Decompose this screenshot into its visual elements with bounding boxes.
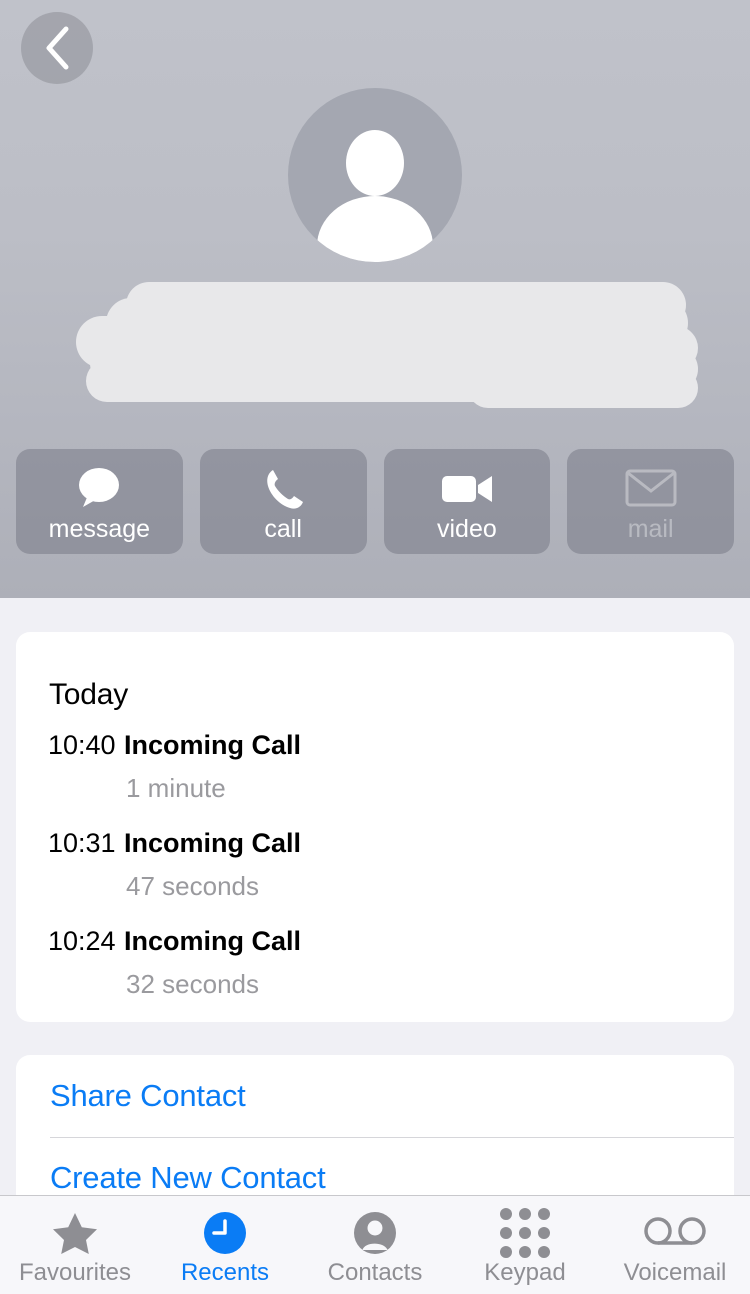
video-button[interactable]: video — [383, 449, 551, 554]
share-contact-button[interactable]: Share Contact — [16, 1055, 734, 1137]
tab-contacts-label: Contacts — [327, 1258, 423, 1286]
call-history-card: Today 10:40 Incoming Call 1 minute 10:31… — [16, 632, 734, 1022]
tab-recents[interactable]: Recents — [150, 1196, 300, 1294]
tab-favourites[interactable]: Favourites — [0, 1196, 150, 1294]
call-history-title: Today — [49, 678, 129, 711]
tab-voicemail-label: Voicemail — [623, 1258, 727, 1286]
video-button-label: video — [436, 515, 497, 543]
clock-icon — [203, 1211, 247, 1255]
keypad-icon — [500, 1207, 550, 1258]
avatar-head — [346, 130, 404, 196]
tab-recents-label: Recents — [180, 1258, 270, 1286]
message-button[interactable]: message — [16, 449, 183, 554]
call-time: 10:24 — [48, 926, 116, 956]
call-button-label: call — [264, 515, 302, 543]
tab-contacts[interactable]: Contacts — [300, 1196, 450, 1294]
back-button[interactable] — [21, 12, 93, 84]
tab-keypad-label: Keypad — [484, 1258, 566, 1286]
chevron-left-icon — [42, 25, 72, 71]
mail-button[interactable]: mail — [567, 449, 734, 554]
contact-avatar — [288, 88, 462, 262]
avatar-body — [317, 196, 433, 262]
tab-bar: Favourites Recents Contacts Keypad Voice… — [0, 1195, 750, 1294]
call-duration: 47 seconds — [126, 871, 259, 901]
tab-voicemail[interactable]: Voicemail — [600, 1196, 750, 1294]
message-bubble-icon — [74, 465, 124, 511]
contact-name-redaction — [68, 276, 708, 416]
contact-header: message call video mail — [0, 0, 750, 598]
tab-favourites-label: Favourites — [18, 1258, 132, 1286]
tab-keypad[interactable]: Keypad — [450, 1196, 600, 1294]
video-camera-icon — [440, 465, 494, 511]
star-icon — [53, 1211, 97, 1255]
voicemail-icon — [644, 1211, 706, 1255]
call-duration: 32 seconds — [126, 969, 259, 999]
contact-action-row: message call video mail — [16, 449, 734, 554]
call-duration: 1 minute — [126, 773, 226, 803]
phone-icon — [261, 465, 305, 511]
call-button[interactable]: call — [199, 449, 367, 554]
call-time: 10:40 — [48, 730, 116, 760]
call-history-list: 10:40 Incoming Call 1 minute 10:31 Incom… — [16, 732, 734, 1026]
envelope-icon — [625, 465, 677, 511]
call-history-row[interactable]: 10:40 Incoming Call 1 minute — [16, 732, 734, 830]
person-icon — [353, 1211, 397, 1255]
mail-button-label: mail — [627, 515, 674, 543]
call-time: 10:31 — [48, 828, 116, 858]
call-history-row[interactable]: 10:31 Incoming Call 47 seconds — [16, 830, 734, 928]
call-type: Incoming Call — [124, 828, 302, 858]
message-button-label: message — [48, 515, 151, 543]
call-type: Incoming Call — [124, 730, 302, 760]
call-type: Incoming Call — [124, 926, 302, 956]
call-history-row[interactable]: 10:24 Incoming Call 32 seconds — [16, 928, 734, 1026]
